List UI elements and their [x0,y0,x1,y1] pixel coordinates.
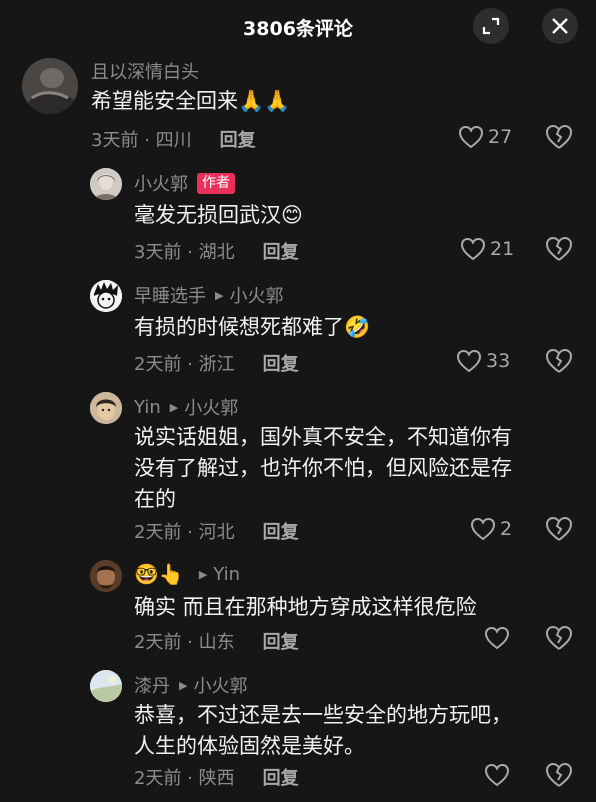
comment-username[interactable]: 早睡选手 ▶ 小火郭 [134,282,283,308]
comment-meta: 2天前 · 河北 回复 [134,518,299,544]
dislike-icon[interactable] [545,236,573,262]
like-count: 27 [488,126,513,148]
dislike-icon[interactable] [545,625,573,651]
username-label[interactable]: 且以深情白头 [91,58,199,84]
reply-arrow-icon: ▶ [169,400,179,414]
reply-button[interactable]: 回复 [220,126,256,152]
close-button[interactable] [542,8,578,44]
like-button[interactable]: 27 [458,125,512,149]
avatar[interactable] [90,560,122,592]
reply-item: 小火郭 作者 毫发无损回武汉😊 3天前 · 湖北 回复 21 [0,164,596,274]
dislike-icon[interactable] [545,516,573,542]
dislike-icon[interactable] [545,124,573,150]
reply-arrow-icon: ▶ [198,567,208,581]
like-button[interactable] [484,763,510,787]
comment-meta: 2天前 · 山东 回复 [134,628,299,654]
comment-time-location: 3天前 · 四川 [91,130,192,151]
comment-time-location: 2天前 · 山东 [134,632,235,653]
reply-button[interactable]: 回复 [263,518,299,544]
username-label[interactable]: 🤓👆 [134,562,184,586]
comment-meta: 2天前 · 陕西 回复 [134,764,299,790]
reply-to-username[interactable]: Yin [213,564,240,585]
like-button[interactable]: 33 [456,349,510,373]
expand-button[interactable] [473,8,509,44]
comment-username[interactable]: 🤓👆 ▶ Yin [134,562,240,586]
reply-button[interactable]: 回复 [263,350,299,376]
like-button[interactable]: 2 [470,517,512,541]
comment-text: 说实话姐姐，国外真不安全，不知道你有 没有了解过，也许你不怕，但风险还是存 在的 [134,425,512,511]
comment-text: 希望能安全回来🙏🙏 [91,89,291,113]
reply-arrow-icon: ▶ [215,288,224,302]
like-count: 2 [500,518,513,540]
like-count: 33 [486,350,511,372]
comments-header: 3806条评论 [0,0,596,54]
username-label[interactable]: 漆丹 [134,672,170,698]
comment-username[interactable]: Yin ▶ 小火郭 [134,394,238,420]
heart-icon [458,125,484,149]
comment-text: 有损的时候想死都难了🤣 [134,315,371,339]
reply-arrow-icon: ▶ [179,678,188,692]
heart-icon [470,517,496,541]
comment-text: 毫发无损回武汉😊 [134,203,303,227]
like-button[interactable]: 21 [460,237,514,261]
username-label[interactable]: Yin [134,397,161,418]
heart-icon [484,763,510,787]
like-button[interactable] [484,626,510,650]
reply-item: 🤓👆 ▶ Yin 确实 而且在那种地方穿成这样很危险 2天前 · 山东 回复 [0,556,596,664]
avatar[interactable] [90,670,122,702]
username-label[interactable]: 早睡选手 [134,282,206,308]
heart-icon [484,626,510,650]
reply-item: Yin ▶ 小火郭 说实话姐姐，国外真不安全，不知道你有 没有了解过，也许你不怕… [0,388,596,558]
comment-username[interactable]: 漆丹 ▶ 小火郭 [134,672,247,698]
heart-icon [460,237,486,261]
comment-time-location: 3天前 · 湖北 [134,242,235,263]
comment-item: 且以深情白头 希望能安全回来🙏🙏 3天前 · 四川 回复 27 [0,54,596,164]
comment-time-location: 2天前 · 河北 [134,522,235,543]
heart-icon [456,349,482,373]
comment-username[interactable]: 且以深情白头 [91,58,199,84]
author-badge: 作者 [197,172,235,194]
reply-item: 早睡选手 ▶ 小火郭 有损的时候想死都难了🤣 2天前 · 浙江 回复 33 [0,276,596,386]
comment-text: 确实 而且在那种地方穿成这样很危险 [134,595,477,619]
dislike-icon[interactable] [545,348,573,374]
comment-meta: 3天前 · 四川 回复 [91,126,256,152]
reply-to-username[interactable]: 小火郭 [193,672,247,698]
reply-to-username[interactable]: 小火郭 [229,282,283,308]
expand-icon [482,17,500,35]
reply-to-username[interactable]: 小火郭 [184,394,238,420]
dislike-icon[interactable] [545,762,573,788]
comment-username[interactable]: 小火郭 作者 [134,170,235,196]
reply-item: 漆丹 ▶ 小火郭 恭喜，不过还是去一些安全的地方玩吧， 人生的体验固然是美好。 … [0,666,596,802]
avatar[interactable] [90,392,122,424]
avatar[interactable] [22,58,78,114]
comment-meta: 2天前 · 浙江 回复 [134,350,299,376]
comment-time-location: 2天前 · 浙江 [134,354,235,375]
reply-button[interactable]: 回复 [263,764,299,790]
like-count: 21 [490,238,515,260]
reply-button[interactable]: 回复 [263,628,299,654]
close-icon [552,18,568,34]
comment-meta: 3天前 · 湖北 回复 [134,238,299,264]
avatar[interactable] [90,280,122,312]
reply-button[interactable]: 回复 [263,238,299,264]
username-label[interactable]: 小火郭 [134,170,188,196]
avatar[interactable] [90,168,122,200]
comment-time-location: 2天前 · 陕西 [134,768,235,789]
comment-text: 恭喜，不过还是去一些安全的地方玩吧， 人生的体验固然是美好。 [134,703,512,758]
